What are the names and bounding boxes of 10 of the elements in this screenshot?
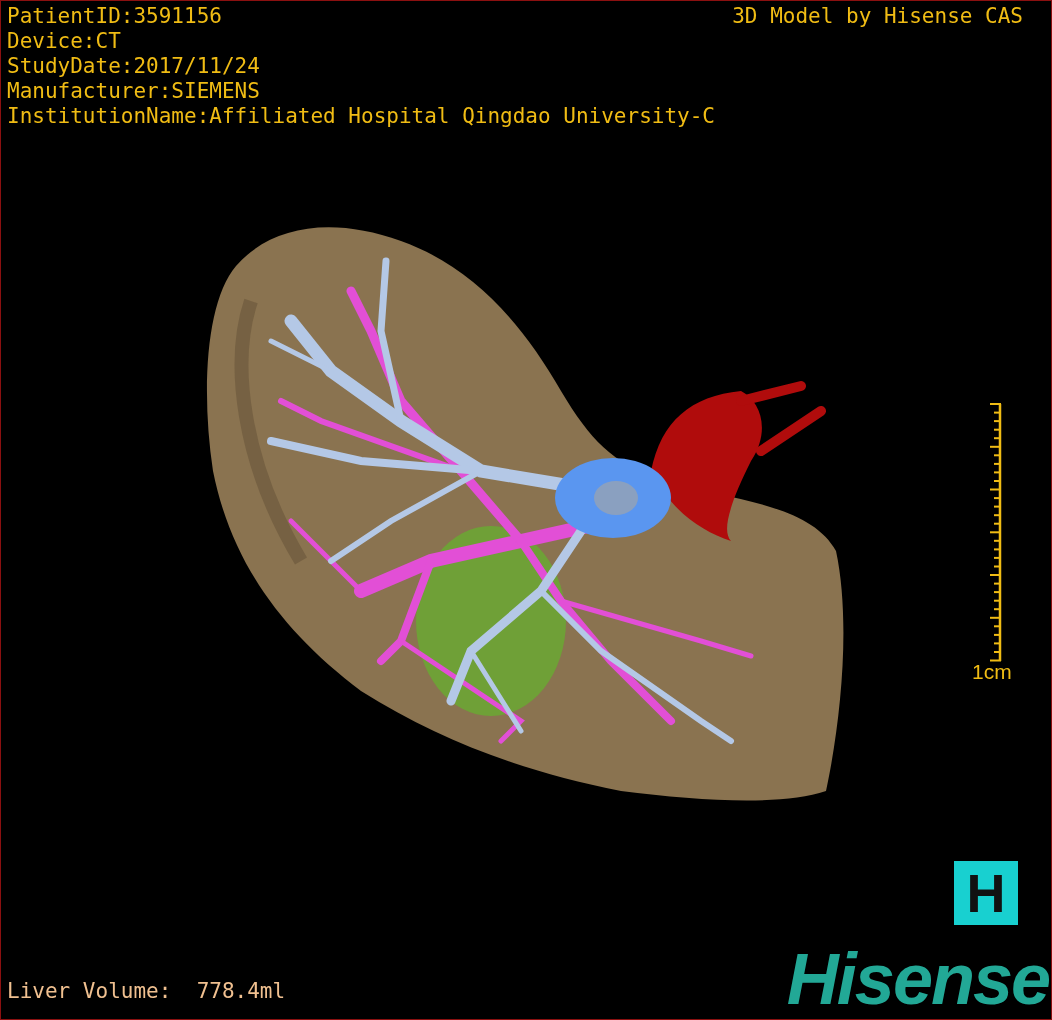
study-info-line: StudyDate:2017/11/24 (7, 54, 261, 79)
liver-volume: Liver Volume: 778.4ml (7, 979, 286, 1004)
study-info-line: Device:CT (7, 29, 122, 54)
study-info-line: PatientID:3591156 (7, 4, 223, 29)
brand-logo: Hisense (786, 941, 1049, 1017)
logo-badge: H (954, 861, 1018, 925)
model-credit: 3D Model by Hisense CAS (732, 4, 1023, 29)
study-info-line: Manufacturer:SIEMENS (7, 79, 261, 104)
scale-label: 1cm (972, 659, 1012, 684)
study-info-line: InstitutionName:Affiliated Hospital Qingdao University-C (7, 104, 715, 129)
